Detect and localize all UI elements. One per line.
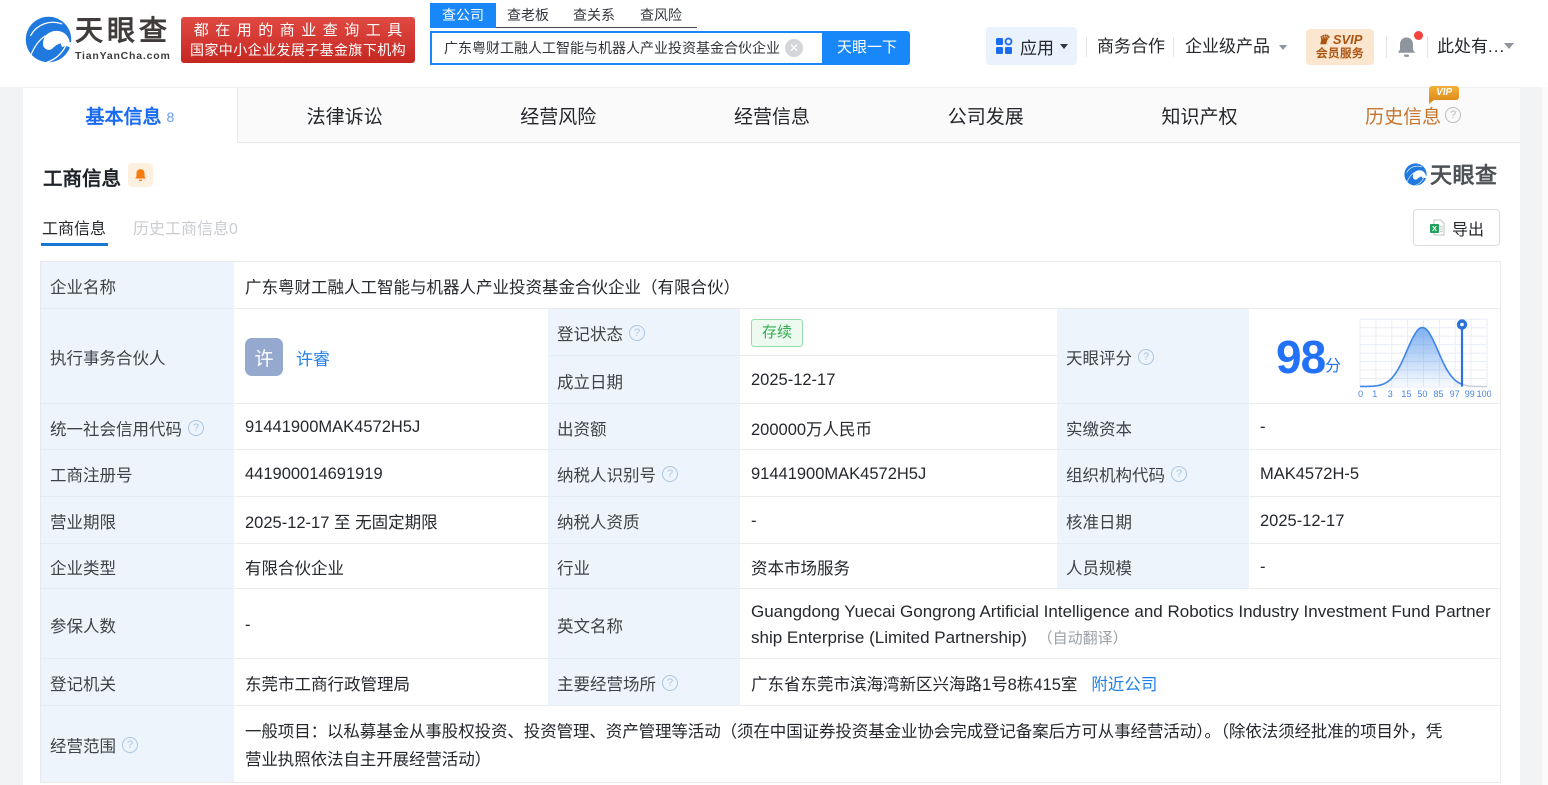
svg-text:0: 0: [1358, 389, 1363, 399]
svg-text:85: 85: [1434, 389, 1444, 399]
svg-text:15: 15: [1402, 389, 1412, 399]
svg-text:3: 3: [1388, 389, 1393, 399]
svg-text:1: 1: [1372, 389, 1377, 399]
svg-text:97: 97: [1450, 389, 1460, 399]
svg-text:50: 50: [1418, 389, 1428, 399]
svg-text:100: 100: [1477, 389, 1491, 399]
svg-text:X: X: [1432, 224, 1437, 233]
svg-text:99: 99: [1465, 389, 1475, 399]
